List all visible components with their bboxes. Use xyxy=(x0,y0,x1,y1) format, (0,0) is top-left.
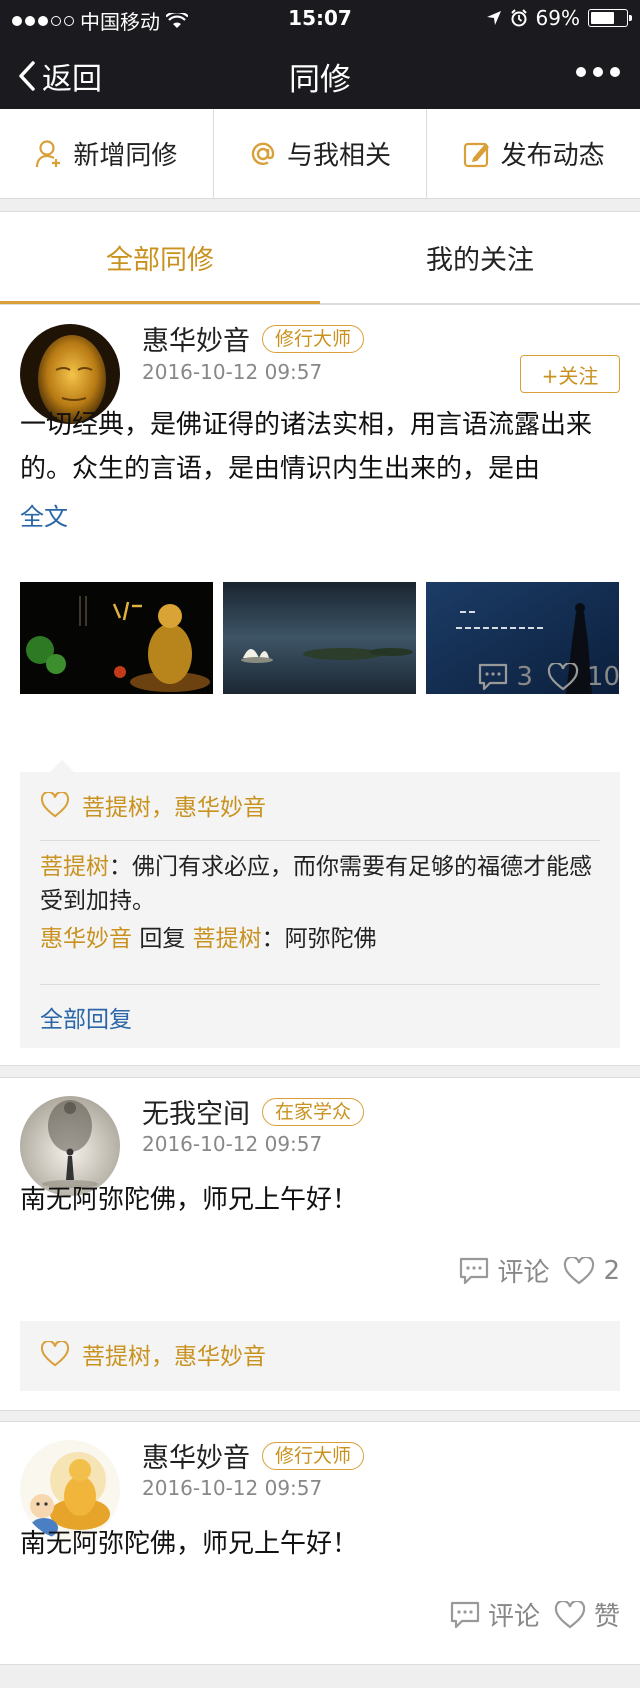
like-button[interactable]: 2 xyxy=(563,1256,620,1286)
heart-icon xyxy=(554,1600,586,1628)
comment-button[interactable]: 评论 xyxy=(459,1252,549,1289)
likes-users: 菩提树，惠华妙音 xyxy=(82,1337,266,1371)
post-content: 南无阿弥陀佛，师兄上午好！ xyxy=(20,1529,359,1559)
ellipsis-dot xyxy=(593,67,603,77)
commenter-name[interactable]: 菩提树 xyxy=(40,854,109,880)
comment-button[interactable]: 3 xyxy=(478,662,533,692)
liker-name[interactable]: 菩提树 xyxy=(82,795,151,821)
page-title: 同修 xyxy=(289,62,351,98)
interaction-box: 菩提树，惠华妙音 菩提树：佛门有求必应，而你需要有足够的福德才能感受到加持。 惠… xyxy=(20,760,620,1048)
comment-icon xyxy=(450,1601,480,1628)
publish-post-button[interactable]: 发布动态 xyxy=(427,109,640,198)
author-badge: 修行大师 xyxy=(262,1441,365,1470)
likes-users: 菩提树，惠华妙音 xyxy=(82,788,266,822)
post-content: 南无阿弥陀佛，师兄上午好！ xyxy=(20,1185,359,1215)
comment-button[interactable]: 评论 xyxy=(450,1596,540,1633)
post-author: 惠华妙音 修行大师 xyxy=(142,1436,365,1475)
lotus-pond-image xyxy=(223,582,416,694)
likes-row: 菩提树，惠华妙音 xyxy=(40,1337,266,1371)
comment-text: ：佛门有求必应，而你需要有足够的福德才能感受到加持。 xyxy=(40,854,592,914)
like-button[interactable]: 10 xyxy=(547,662,620,692)
reply-target-name[interactable]: 菩提树 xyxy=(193,926,262,952)
comment-label: 评论 xyxy=(487,1602,540,1632)
post-card: 无我空间 在家学众 2016-10-12 09:57 南无阿弥陀佛，师兄上午好！… xyxy=(0,1077,640,1411)
location-arrow-icon xyxy=(486,11,501,25)
liker-separator: ， xyxy=(151,795,174,821)
divider xyxy=(40,984,600,985)
comment-item[interactable]: 惠华妙音 回复 菩提树：阿弥陀佛 xyxy=(40,922,600,956)
related-to-me-button[interactable]: 与我相关 xyxy=(214,109,428,198)
reply-word: 回复 xyxy=(139,926,186,952)
comment-icon xyxy=(479,663,508,691)
author-badge: 修行大师 xyxy=(262,324,365,353)
like-count: 2 xyxy=(603,1255,620,1286)
heart-icon xyxy=(40,1341,70,1367)
buddha-statue-image xyxy=(20,582,213,694)
author-name[interactable]: 无我空间 xyxy=(142,1092,250,1131)
add-user-icon xyxy=(36,139,61,167)
author-name[interactable]: 惠华妙音 xyxy=(142,1436,250,1475)
ellipsis-icon xyxy=(576,67,586,77)
heart-icon xyxy=(547,663,579,691)
heart-icon xyxy=(564,1256,595,1284)
tab-bar: 全部同修 我的关注 xyxy=(0,211,640,304)
post-author: 惠华妙音 修行大师 xyxy=(142,319,365,358)
publish-post-label: 发布动态 xyxy=(500,141,605,171)
like-count: 10 xyxy=(586,662,620,692)
battery-level xyxy=(591,12,614,24)
post-stats: 3 10 xyxy=(478,662,620,692)
post-date: 2016-10-12 09:57 xyxy=(142,1132,323,1156)
post-image[interactable] xyxy=(20,582,213,694)
comment-icon xyxy=(460,1257,489,1284)
liker-name[interactable]: 菩提树 xyxy=(82,1344,151,1370)
alarm-icon xyxy=(510,9,527,27)
like-label: 赞 xyxy=(593,1602,620,1632)
follow-button[interactable]: +关注 xyxy=(520,355,620,393)
interaction-box: 菩提树，惠华妙音 xyxy=(20,1321,620,1391)
battery-icon xyxy=(588,9,632,27)
likes-row: 菩提树，惠华妙音 xyxy=(40,788,266,822)
ellipsis-dot xyxy=(610,67,620,77)
post-date: 2016-10-12 09:57 xyxy=(142,1476,323,1500)
add-fellow-button[interactable]: 新增同修 xyxy=(0,109,214,198)
author-name[interactable]: 惠华妙音 xyxy=(142,319,250,358)
comment-label: 评论 xyxy=(497,1258,550,1288)
post-date: 2016-10-12 09:57 xyxy=(142,360,323,384)
full-text-link[interactable]: 全文 xyxy=(20,497,68,532)
liker-separator: ， xyxy=(151,1344,174,1370)
at-icon xyxy=(251,142,275,165)
comment-item[interactable]: 菩提树：佛门有求必应，而你需要有足够的福德才能感受到加持。 xyxy=(40,850,600,918)
add-fellow-label: 新增同修 xyxy=(73,141,178,171)
commenter-name[interactable]: 惠华妙音 xyxy=(40,926,132,952)
divider xyxy=(40,840,600,841)
more-button[interactable] xyxy=(576,67,620,77)
post-author: 无我空间 在家学众 xyxy=(142,1092,365,1131)
status-bar: 中国移动 15:07 69% xyxy=(0,0,640,36)
pointer-arrow xyxy=(50,760,74,772)
nav-bar: 返回 同修 xyxy=(0,36,640,109)
post-stats: 评论 赞 xyxy=(450,1596,620,1633)
all-replies-link[interactable]: 全部回复 xyxy=(40,1000,132,1034)
post-image[interactable] xyxy=(223,582,416,694)
post-stats: 评论 2 xyxy=(459,1252,620,1289)
related-to-me-label: 与我相关 xyxy=(287,141,392,171)
edit-icon xyxy=(463,142,489,167)
tab-my-follows[interactable]: 我的关注 xyxy=(320,212,640,303)
status-right: 69% xyxy=(486,6,632,30)
liker-name[interactable]: 惠华妙音 xyxy=(174,1344,266,1370)
action-bar: 新增同修 与我相关 发布动态 xyxy=(0,109,640,199)
comment-text: ：阿弥陀佛 xyxy=(261,926,377,952)
post-content: 一切经典，是佛证得的诸法实相，用言语流露出来的。众生的言语，是由情识内生出来的，… xyxy=(20,410,593,484)
comment-count: 3 xyxy=(516,662,533,692)
post-card: 惠华妙音 修行大师 2016-10-12 09:57 南无阿弥陀佛，师兄上午好！… xyxy=(0,1421,640,1665)
liker-name[interactable]: 惠华妙音 xyxy=(174,795,266,821)
post-card: 惠华妙音 修行大师 2016-10-12 09:57 +关注 一切经典，是佛证得… xyxy=(0,304,640,1066)
tab-all-fellows[interactable]: 全部同修 xyxy=(0,212,320,304)
battery-percent: 69% xyxy=(535,6,580,30)
like-button[interactable]: 赞 xyxy=(554,1596,620,1633)
author-badge: 在家学众 xyxy=(262,1097,365,1126)
heart-icon xyxy=(40,792,70,818)
